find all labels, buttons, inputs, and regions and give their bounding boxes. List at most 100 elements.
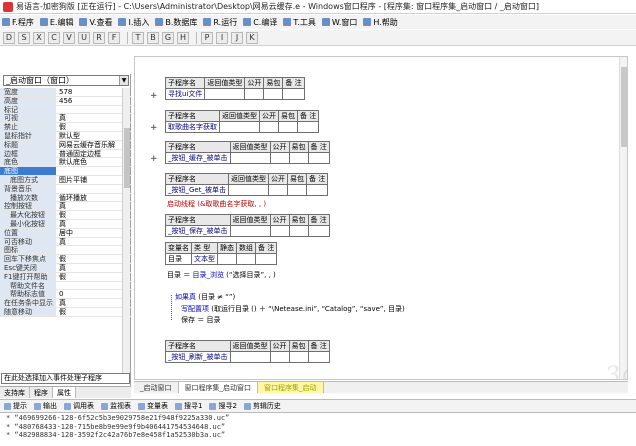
property-value[interactable]: 假 bbox=[56, 273, 131, 281]
property-row[interactable]: 帮助文件名 bbox=[0, 281, 131, 291]
grid-icon[interactable]: B bbox=[147, 31, 159, 44]
property-value[interactable]: 真 bbox=[56, 202, 131, 210]
property-value[interactable]: 默认底色 bbox=[56, 158, 131, 166]
property-value[interactable]: 假 bbox=[56, 255, 131, 263]
property-value[interactable]: 假 bbox=[56, 123, 131, 131]
property-value[interactable] bbox=[56, 246, 131, 254]
menu-program[interactable]: F.程序 bbox=[2, 17, 34, 28]
property-value[interactable]: 真 bbox=[56, 264, 131, 272]
pause-icon[interactable]: I bbox=[216, 31, 228, 44]
property-value[interactable]: 网易云缓存音乐解 bbox=[56, 141, 131, 149]
layout-icon[interactable]: G bbox=[162, 31, 174, 44]
tab-properties[interactable]: 属性 bbox=[53, 387, 76, 398]
property-value[interactable]: 普通固定边框 bbox=[56, 150, 131, 158]
menu-help[interactable]: H.帮助 bbox=[363, 17, 398, 28]
tab-output[interactable]: 输出 bbox=[34, 401, 57, 411]
scroll-thumb[interactable] bbox=[621, 67, 627, 147]
menu-database[interactable]: B.数据库 bbox=[155, 17, 197, 28]
property-value[interactable]: 456 bbox=[56, 97, 131, 105]
window-icon[interactable]: H bbox=[177, 31, 189, 44]
property-row[interactable]: 底图 bbox=[0, 167, 131, 176]
find-icon[interactable]: F bbox=[108, 31, 120, 44]
property-row[interactable]: 回车下移焦点假 bbox=[0, 255, 131, 264]
property-row[interactable]: 鼠标指针 默认型 bbox=[0, 131, 131, 141]
chevron-down-icon[interactable]: ▼ bbox=[119, 76, 128, 85]
property-value[interactable]: 578 bbox=[56, 88, 131, 96]
new-file-icon[interactable]: D bbox=[3, 31, 15, 44]
property-value[interactable]: 真 bbox=[56, 299, 131, 307]
property-row[interactable]: 宽度 578 bbox=[0, 88, 131, 97]
property-row[interactable]: 播放次数 循环播放 bbox=[0, 193, 131, 203]
menu-edit[interactable]: E.编辑 bbox=[39, 17, 73, 28]
expand-icon[interactable]: + bbox=[150, 154, 158, 164]
menu-window[interactable]: W.窗口 bbox=[321, 17, 357, 28]
tab-support-library[interactable]: 支持库 bbox=[0, 387, 30, 398]
menu-insert[interactable]: I.插入 bbox=[118, 17, 149, 28]
undo-icon[interactable]: U bbox=[78, 31, 90, 44]
debug-icon[interactable]: K bbox=[246, 31, 258, 44]
property-row[interactable]: Esc键关闭真 bbox=[0, 263, 131, 273]
tab-start-window[interactable]: _启动窗口 bbox=[134, 382, 179, 393]
property-value[interactable] bbox=[56, 106, 131, 114]
property-value[interactable]: 居中 bbox=[56, 229, 131, 237]
property-row[interactable]: 可否移动真 bbox=[0, 237, 131, 247]
component-selector[interactable]: _启动窗口（窗口） ▼ bbox=[3, 75, 129, 86]
property-value[interactable]: 默认型 bbox=[56, 132, 131, 140]
redo-icon[interactable]: R bbox=[93, 31, 105, 44]
menu-run[interactable]: R.运行 bbox=[203, 17, 237, 28]
property-row[interactable]: 帮助标志值 0 bbox=[0, 290, 131, 300]
table-icon[interactable]: T bbox=[132, 31, 144, 44]
property-row[interactable]: 位置 居中 bbox=[0, 228, 131, 238]
property-row[interactable]: 高度 456 bbox=[0, 96, 131, 106]
property-row[interactable]: 最大化按钮假 bbox=[0, 211, 131, 220]
property-value[interactable]: 假 bbox=[56, 211, 131, 219]
property-row[interactable]: 底图方式 图片平铺 bbox=[0, 175, 131, 185]
tab-window-assembly[interactable]: 窗口程序集_启动窗口 bbox=[178, 382, 258, 393]
tab-search-2[interactable]: 搜寻2 bbox=[209, 401, 237, 411]
property-value[interactable] bbox=[56, 282, 131, 290]
tab-hint[interactable]: 提示 bbox=[4, 401, 27, 411]
property-row[interactable]: 边框 普通固定边框 bbox=[0, 149, 131, 159]
save-icon[interactable]: S bbox=[18, 31, 30, 44]
code-line[interactable]: 写配置项 (取运行目录 () ＋ “\Netease.ini”, “Catalo… bbox=[181, 304, 405, 314]
paste-icon[interactable]: V bbox=[63, 31, 75, 44]
property-value[interactable]: 图片平铺 bbox=[56, 176, 131, 184]
expand-icon[interactable]: + bbox=[150, 123, 158, 133]
editor-scrollbar[interactable] bbox=[619, 57, 627, 379]
cut-icon[interactable]: X bbox=[33, 31, 45, 44]
property-value[interactable]: 真 bbox=[56, 220, 131, 228]
tab-window-assembly-alt[interactable]: 窗口程序集_启动 bbox=[258, 382, 324, 393]
menu-compile[interactable]: C.编译 bbox=[243, 17, 277, 28]
code-line[interactable]: 保存 ＝ 目录 bbox=[181, 315, 220, 325]
code-line[interactable]: 启动线程 (&取歌曲名字获取, , ) bbox=[167, 199, 266, 209]
tab-program[interactable]: 程序 bbox=[30, 387, 53, 398]
tab-call-stack[interactable]: 调用表 bbox=[64, 401, 94, 411]
scroll-thumb[interactable] bbox=[124, 128, 130, 188]
property-row[interactable]: 底色 默认底色 bbox=[0, 158, 131, 168]
tab-clip-history[interactable]: 剪辑历史 bbox=[243, 401, 281, 411]
output-pane[interactable]: * “469699266-128-6f52c5b3e9029758e21f948… bbox=[0, 414, 636, 446]
property-row[interactable]: 控制按钮真 bbox=[0, 202, 131, 212]
menu-view[interactable]: V.查看 bbox=[79, 17, 112, 28]
code-line[interactable]: 如果真 (目录 ≠ “”) bbox=[175, 292, 235, 302]
property-row[interactable]: 最小化按钮真 bbox=[0, 219, 131, 229]
property-row[interactable]: 可视真 bbox=[0, 114, 131, 124]
property-value[interactable] bbox=[56, 185, 131, 193]
tab-variables[interactable]: 变量表 bbox=[138, 401, 168, 411]
event-selector[interactable]: 在此处选择加入事件处理子程序 bbox=[1, 373, 130, 384]
expand-icon[interactable]: + bbox=[150, 91, 158, 101]
property-value[interactable]: 假 bbox=[56, 308, 131, 316]
code-line[interactable]: 目录 ＝ 目录_浏览 (“选择目录”, , ) bbox=[167, 270, 276, 280]
tab-watch[interactable]: 监视表 bbox=[101, 401, 131, 411]
menu-tools[interactable]: T.工具 bbox=[283, 17, 316, 28]
property-row[interactable]: 标记 bbox=[0, 105, 131, 115]
property-row[interactable]: 背景音乐 bbox=[0, 184, 131, 194]
property-row[interactable]: 标题 网易云缓存音乐解 bbox=[0, 140, 131, 150]
step-icon[interactable]: J bbox=[231, 31, 243, 44]
copy-icon[interactable]: C bbox=[48, 31, 60, 44]
property-scrollbar[interactable] bbox=[122, 88, 130, 373]
property-value[interactable]: 0 bbox=[56, 290, 131, 298]
property-row[interactable]: 图标 bbox=[0, 246, 131, 256]
property-value[interactable]: 真 bbox=[56, 238, 131, 246]
property-value[interactable] bbox=[56, 167, 131, 175]
